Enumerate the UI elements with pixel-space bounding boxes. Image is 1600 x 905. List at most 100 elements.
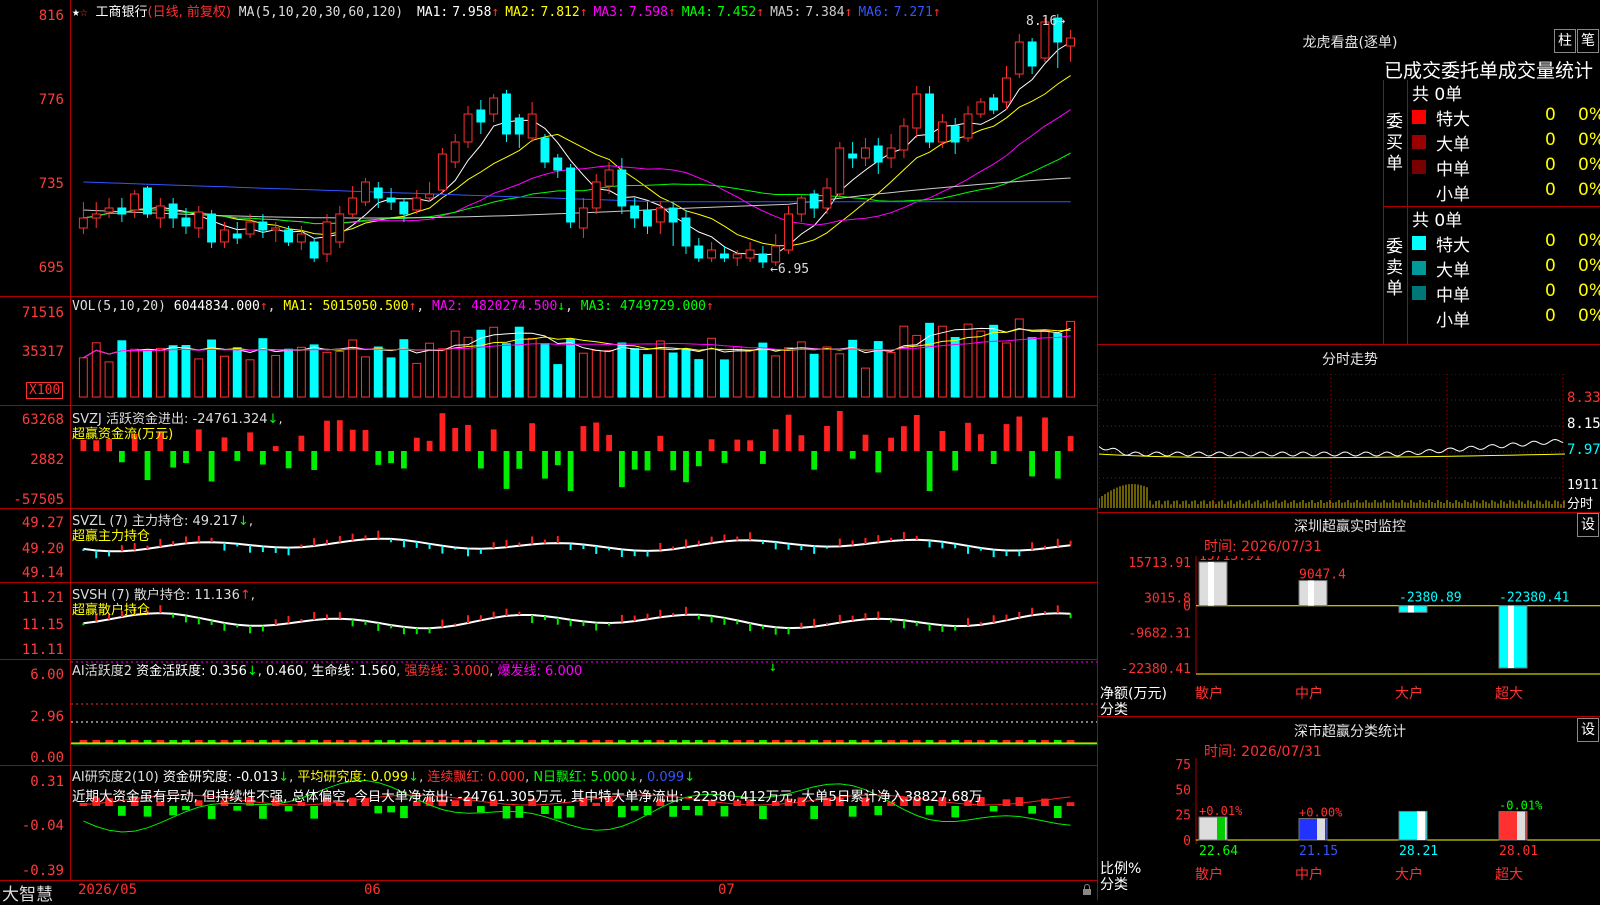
ratio-value-label: 28.01	[1499, 844, 1538, 859]
ma60-line	[83, 177, 1071, 219]
lock-icon[interactable]	[1082, 884, 1092, 896]
ratio-bar-stripe	[1317, 818, 1325, 840]
volume-bar	[296, 346, 306, 398]
unit-badge: X100	[26, 382, 64, 399]
flow-bar	[734, 439, 741, 451]
flow-bar	[144, 451, 151, 481]
candle-body	[104, 207, 114, 213]
ratio-change-label: +0.01%	[1199, 804, 1243, 818]
svzl-axis-label: 49.20	[21, 541, 64, 557]
sz-class-chart[interactable]: 75 50 25 0 +0.01% 22.64 散户 +0.00% 21.15 中户 28.21 大户…	[1099, 758, 1600, 900]
buy-row[interactable]: 中单 0 0%	[1410, 155, 1600, 180]
volume-bar	[617, 342, 627, 398]
flow-bar	[234, 451, 241, 461]
research-bar	[759, 806, 767, 819]
volume-bar	[720, 359, 729, 398]
volume-bar	[822, 346, 832, 398]
row-count: 0	[1545, 281, 1556, 301]
volume-bar	[899, 325, 909, 398]
sell-label: 委卖单	[1386, 237, 1403, 299]
research-bar	[951, 806, 960, 818]
net-bar-label: -22380.41	[1499, 591, 1569, 606]
volume-bar	[707, 337, 716, 398]
flow-bar	[849, 451, 856, 459]
research-bar	[848, 806, 857, 817]
research-bar	[284, 806, 293, 812]
intraday-unit-label: 分时	[1567, 497, 1594, 512]
volume-bar	[155, 347, 165, 398]
candle-body	[309, 241, 319, 259]
stock-name[interactable]: 工商银行	[95, 5, 147, 20]
period-label[interactable]: (日线, 前复权)	[148, 5, 231, 20]
volume-bar	[578, 352, 588, 398]
bar-view-button[interactable]: 柱	[1554, 29, 1576, 53]
stats-tabs[interactable]: 已成交委托单成交量统计	[1384, 56, 1593, 83]
ratio-value-label: 21.15	[1299, 844, 1338, 859]
flow-bar	[901, 426, 907, 451]
row-pct: 0%	[1578, 231, 1600, 251]
volume-bar	[784, 347, 793, 398]
research-bar	[720, 806, 729, 817]
row-name: 特大	[1436, 236, 1470, 256]
candlestick-chart[interactable]	[71, 0, 1097, 296]
buy-row[interactable]: 特大 0 0%	[1410, 105, 1600, 130]
volume-bar	[643, 354, 652, 398]
flow-bar	[516, 451, 523, 469]
flow-bar	[875, 451, 882, 473]
research-axis-label: -0.39	[21, 863, 64, 879]
svzl-axis-label: 49.27	[21, 515, 64, 531]
row-pct: 0%	[1578, 281, 1600, 301]
ma-value-4: MA4: 7.452↑	[681, 5, 765, 20]
settings-button[interactable]: 设	[1577, 513, 1599, 537]
row-name: 中单	[1436, 286, 1470, 306]
candle-body	[732, 253, 742, 259]
net-bar-highlight	[1308, 580, 1314, 606]
sell-row[interactable]: 中单 0 0%	[1410, 281, 1600, 306]
buy-row[interactable]: 大单 0 0%	[1410, 130, 1600, 155]
research-bar	[669, 806, 677, 817]
intraday-title: 分时走势	[1322, 352, 1378, 368]
ratio-change-label: -0.01%	[1499, 799, 1543, 813]
star-icon[interactable]: ★	[72, 5, 80, 20]
sell-row[interactable]: 小单 0 0%	[1410, 306, 1600, 331]
date-label: 2026/05	[78, 882, 138, 898]
low-annotation: ←6.95	[770, 262, 810, 277]
intraday-chart[interactable]	[1099, 374, 1565, 510]
sz-class-xlabel: 分类	[1100, 877, 1128, 893]
volume-bar	[245, 359, 255, 398]
net-bar-highlight	[1508, 605, 1514, 668]
volume-bar	[1014, 318, 1024, 398]
research-bar	[553, 806, 562, 819]
volume-bar	[976, 330, 986, 398]
buy-row[interactable]: 小单 0 0%	[1410, 180, 1600, 205]
row-name: 特大	[1436, 110, 1470, 130]
sz-monitor-time: 时间: 2026/07/31	[1204, 539, 1322, 555]
candle-body	[873, 145, 883, 163]
candle-body	[771, 245, 781, 263]
flow-bar	[529, 423, 535, 451]
flow-bar	[644, 451, 651, 471]
brand-label[interactable]: 大智慧	[2, 880, 53, 905]
candle-body	[989, 97, 999, 111]
candle-body	[937, 121, 947, 143]
volume-bar	[258, 338, 268, 398]
sz-class-title: 深市超赢分类统计	[1294, 724, 1406, 740]
svzj-axis-label: 2882	[30, 452, 64, 468]
settings-button[interactable]: 设	[1577, 718, 1599, 742]
candle-body	[950, 125, 960, 143]
sz-monitor-chart[interactable]: 15713.913015.80-9682.31-22380.4115713.91…	[1099, 556, 1600, 716]
intraday-volume-label: 19111	[1567, 478, 1600, 493]
research-bar	[182, 806, 190, 811]
volume-bar	[168, 345, 178, 398]
research-bar	[118, 806, 126, 816]
flow-bar	[183, 451, 189, 463]
volume-bar	[437, 348, 447, 398]
flow-bar	[939, 431, 946, 451]
candle-body	[502, 93, 511, 135]
tick-view-button[interactable]: 笔	[1577, 29, 1599, 53]
flow-bar	[336, 420, 343, 451]
ma120-line	[83, 181, 1071, 203]
sell-row[interactable]: 大单 0 0%	[1410, 256, 1600, 281]
sell-row[interactable]: 特大 0 0%	[1410, 231, 1600, 256]
candle-body	[399, 201, 409, 215]
